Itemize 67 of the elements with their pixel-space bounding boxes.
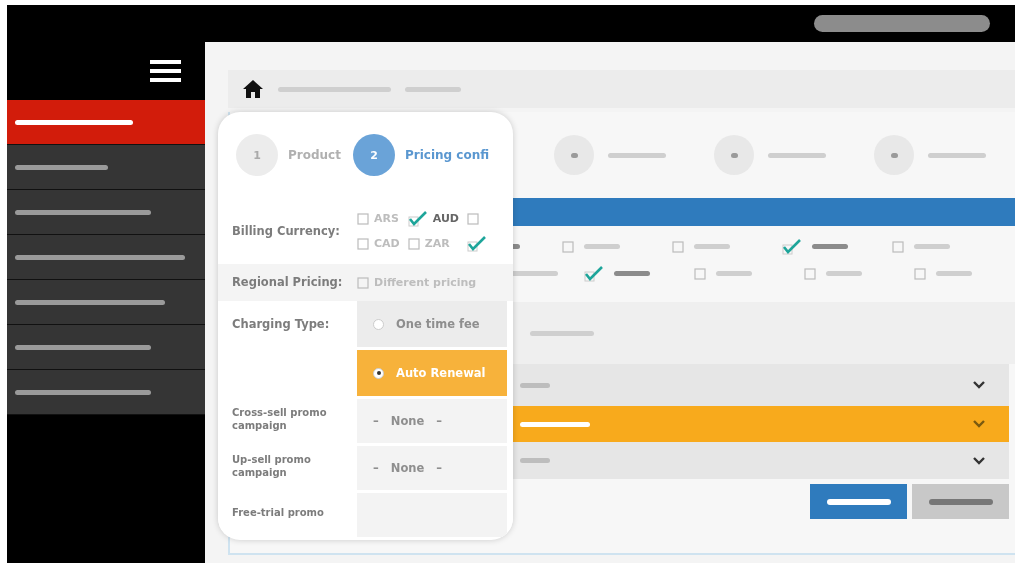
radio-option[interactable]: Auto Renewal — [357, 350, 507, 396]
text-placeholder — [936, 271, 972, 276]
sidebar-item[interactable] — [7, 370, 205, 415]
sidebar-item[interactable] — [7, 280, 205, 325]
field-label: Free-trial promo — [232, 507, 325, 520]
field-label: Up-sell promo campaign — [232, 454, 312, 479]
select-field[interactable] — [357, 493, 507, 537]
sidebar-item[interactable] — [7, 145, 205, 190]
text-placeholder — [608, 152, 666, 158]
field-label: Charging Type: — [232, 316, 331, 332]
chevron-down-icon — [973, 420, 985, 428]
step-number[interactable]: 1 — [236, 134, 278, 176]
radio-option[interactable]: One time fee — [357, 301, 507, 347]
checkbox-icon[interactable] — [804, 267, 816, 280]
checkbox-icon[interactable] — [892, 240, 904, 253]
checked-checkbox-icon[interactable] — [407, 210, 428, 227]
step-number[interactable]: 2 — [352, 134, 395, 176]
select-field[interactable]: – None – — [357, 399, 507, 443]
checkbox-icon[interactable] — [914, 267, 926, 280]
text-placeholder — [914, 244, 950, 249]
checked-checkbox-icon[interactable] — [584, 265, 604, 282]
primary-button[interactable] — [810, 484, 907, 519]
option-label: ARS — [374, 212, 399, 225]
step-label: Pricing confi — [404, 148, 490, 162]
text-placeholder — [584, 244, 620, 249]
chevron-down-icon — [973, 456, 985, 465]
checkbox-icon[interactable] — [694, 267, 706, 280]
checkbox-icon[interactable] — [672, 240, 684, 253]
option-label: AUD — [432, 212, 459, 225]
step-circle — [714, 135, 754, 175]
sidebar-item[interactable] — [7, 325, 205, 370]
home-icon[interactable] — [242, 79, 264, 99]
sidebar-item[interactable] — [7, 235, 205, 280]
checkbox-icon[interactable] — [466, 212, 479, 225]
step-label: Product — [288, 148, 341, 162]
text-placeholder — [530, 330, 594, 336]
checkbox-icon[interactable] — [562, 240, 574, 253]
checkbox-icon[interactable] — [357, 237, 369, 250]
checkbox-icon[interactable] — [407, 237, 420, 250]
field-label: Regional Pricing: — [232, 275, 344, 290]
text-placeholder — [768, 152, 826, 158]
text-placeholder — [614, 271, 650, 276]
text-placeholder — [405, 86, 461, 92]
option-label: CAD — [374, 237, 400, 250]
text-placeholder — [520, 421, 590, 427]
checkbox-icon[interactable] — [357, 212, 369, 225]
text-placeholder — [716, 271, 752, 276]
step-circle — [874, 135, 914, 175]
checked-checkbox-icon[interactable] — [466, 235, 487, 252]
text-placeholder — [928, 152, 986, 158]
text-placeholder — [694, 244, 730, 249]
text-placeholder — [520, 458, 550, 463]
text-placeholder — [812, 244, 848, 249]
menu-icon[interactable] — [150, 60, 181, 82]
checked-checkbox-icon[interactable] — [782, 238, 802, 255]
sidebar-item[interactable] — [7, 100, 205, 145]
option-label: ZAR — [424, 237, 450, 250]
select-field[interactable]: – None – — [357, 446, 507, 490]
field-label: Cross-sell promo campaign — [232, 407, 328, 432]
text-placeholder — [826, 271, 862, 276]
text-placeholder — [520, 382, 550, 388]
step-circle — [554, 135, 594, 175]
field-label: Billing Currency: — [232, 223, 341, 239]
secondary-button[interactable] — [912, 484, 1009, 519]
checkbox-icon[interactable] — [357, 276, 369, 289]
sidebar-item[interactable] — [7, 190, 205, 235]
chevron-down-icon — [973, 381, 985, 389]
